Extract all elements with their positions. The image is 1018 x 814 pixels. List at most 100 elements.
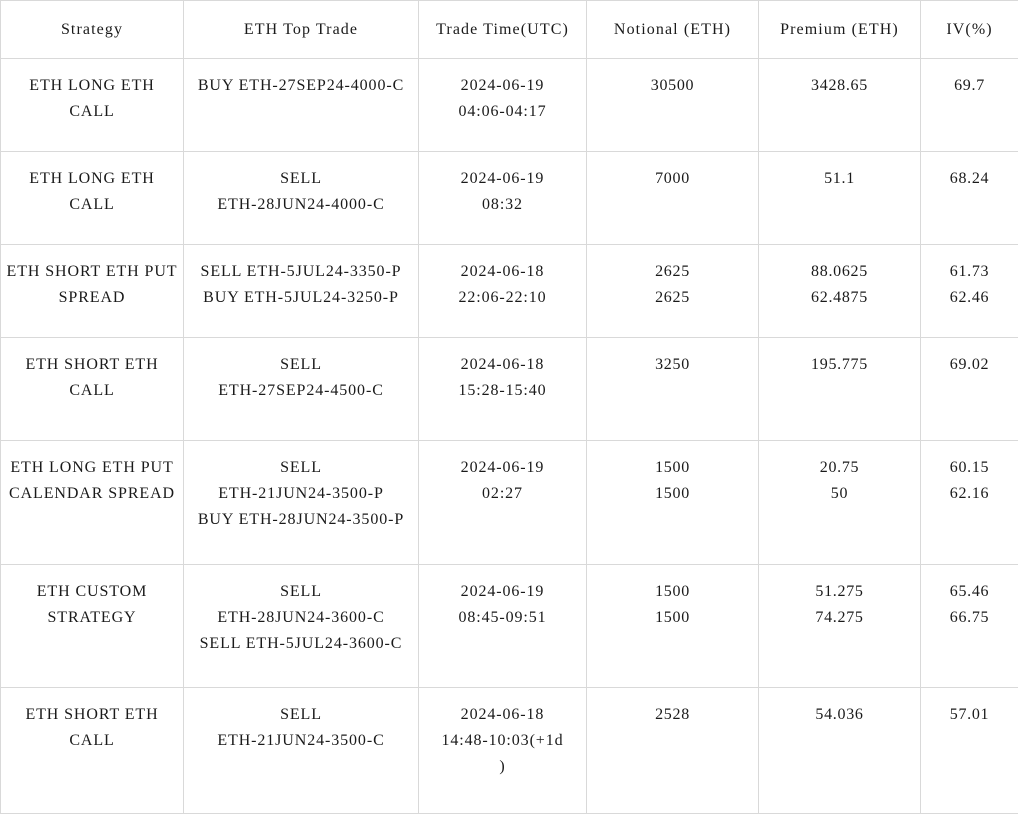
- cell-line: 14:48-10:03(+1d: [423, 728, 582, 754]
- cell-line: 3250: [591, 352, 754, 378]
- cell-line: 62.4875: [763, 285, 916, 311]
- cell-line: 195.775: [763, 352, 916, 378]
- cell-lines: 15001500: [591, 579, 754, 631]
- cell-lines: ETH LONG ETH CALL: [5, 73, 179, 125]
- table-row: ETH CUSTOMSTRATEGYSELLETH-28JUN24-3600-C…: [1, 565, 1018, 688]
- cell-premium: 51.27574.275: [759, 565, 921, 688]
- table-header: Strategy ETH Top Trade Trade Time(UTC) N…: [1, 1, 1018, 59]
- cell-line: 69.02: [925, 352, 1014, 378]
- cell-lines: 51.1: [763, 166, 916, 192]
- cell-lines: SELLETH-27SEP24-4500-C: [188, 352, 414, 404]
- cell-line: CALL: [5, 728, 179, 754]
- cell-tradetime: 2024-06-1902:27: [419, 441, 587, 565]
- cell-line: 54.036: [763, 702, 916, 728]
- cell-line: SELL: [188, 455, 414, 481]
- cell-line: 3428.65: [763, 73, 916, 99]
- cell-line: 2024-06-19: [423, 455, 582, 481]
- cell-strategy: ETH LONG ETH PUTCALENDAR SPREAD: [1, 441, 184, 565]
- cell-line: BUY ETH-5JUL24-3250-P: [188, 285, 414, 311]
- cell-line: 74.275: [763, 605, 916, 631]
- cell-lines: 60.1562.16: [925, 455, 1014, 507]
- column-header-premium: Premium (ETH): [759, 1, 921, 59]
- cell-lines: SELLETH-28JUN24-4000-C: [188, 166, 414, 218]
- column-header-iv: IV(%): [921, 1, 1018, 59]
- cell-lines: 2024-06-1822:06-22:10: [423, 259, 582, 311]
- cell-tradetime: 2024-06-1822:06-22:10: [419, 245, 587, 338]
- cell-lines: ETH CUSTOMSTRATEGY: [5, 579, 179, 631]
- cell-line: 7000: [591, 166, 754, 192]
- cell-lines: 3250: [591, 352, 754, 378]
- cell-lines: 57.01: [925, 702, 1014, 728]
- cell-notional: 7000: [587, 152, 759, 245]
- cell-iv: 60.1562.16: [921, 441, 1018, 565]
- cell-line: SELL: [188, 579, 414, 605]
- table-row: ETH LONG ETH PUTCALENDAR SPREADSELLETH-2…: [1, 441, 1018, 565]
- cell-line: 57.01: [925, 702, 1014, 728]
- cell-toptrade: BUY ETH-27SEP24-4000-C: [184, 59, 419, 152]
- cell-lines: 69.7: [925, 73, 1014, 99]
- cell-toptrade: SELLETH-27SEP24-4500-C: [184, 338, 419, 441]
- cell-line: 2024-06-18: [423, 702, 582, 728]
- cell-lines: 2024-06-1902:27: [423, 455, 582, 507]
- cell-line: 69.7: [925, 73, 1014, 99]
- cell-strategy: ETH SHORT ETHCALL: [1, 338, 184, 441]
- cell-line: BUY ETH-28JUN24-3500-P: [188, 507, 414, 533]
- cell-lines: 69.02: [925, 352, 1014, 378]
- cell-iv: 69.7: [921, 59, 1018, 152]
- cell-line: 04:06-04:17: [423, 99, 582, 125]
- cell-lines: 61.7362.46: [925, 259, 1014, 311]
- cell-line: 88.0625: [763, 259, 916, 285]
- cell-lines: SELL ETH-5JUL24-3350-PBUY ETH-5JUL24-325…: [188, 259, 414, 311]
- cell-line: 2625: [591, 259, 754, 285]
- cell-lines: 51.27574.275: [763, 579, 916, 631]
- column-header-notional: Notional (ETH): [587, 1, 759, 59]
- cell-lines: 2528: [591, 702, 754, 728]
- cell-notional: 26252625: [587, 245, 759, 338]
- cell-notional: 15001500: [587, 441, 759, 565]
- cell-line: 51.1: [763, 166, 916, 192]
- cell-line: ETH-21JUN24-3500-C: [188, 728, 414, 754]
- cell-line: ETH LONG ETH PUT: [5, 455, 179, 481]
- cell-lines: 2024-06-1904:06-04:17: [423, 73, 582, 125]
- cell-premium: 3428.65: [759, 59, 921, 152]
- cell-lines: 20.7550: [763, 455, 916, 507]
- cell-line: 62.46: [925, 285, 1014, 311]
- cell-strategy: ETH LONG ETH CALL: [1, 59, 184, 152]
- cell-toptrade: SELLETH-21JUN24-3500-C: [184, 688, 419, 814]
- cell-line: 66.75: [925, 605, 1014, 631]
- cell-lines: SELLETH-21JUN24-3500-C: [188, 702, 414, 754]
- cell-premium: 51.1: [759, 152, 921, 245]
- cell-line: 1500: [591, 579, 754, 605]
- cell-line: SELL: [188, 352, 414, 378]
- cell-premium: 88.062562.4875: [759, 245, 921, 338]
- cell-line: BUY ETH-27SEP24-4000-C: [188, 73, 414, 99]
- cell-line: ETH SHORT ETH: [5, 352, 179, 378]
- cell-strategy: ETH SHORT ETHCALL: [1, 688, 184, 814]
- cell-line: ETH-27SEP24-4500-C: [188, 378, 414, 404]
- cell-iv: 65.4666.75: [921, 565, 1018, 688]
- cell-iv: 69.02: [921, 338, 1018, 441]
- cell-tradetime: 2024-06-1908:32: [419, 152, 587, 245]
- cell-lines: ETH LONG ETH CALL: [5, 166, 179, 218]
- cell-line: ETH LONG ETH CALL: [5, 166, 179, 218]
- cell-lines: 2024-06-1815:28-15:40: [423, 352, 582, 404]
- cell-toptrade: SELL ETH-5JUL24-3350-PBUY ETH-5JUL24-325…: [184, 245, 419, 338]
- cell-lines: ETH SHORT ETH PUTSPREAD: [5, 259, 179, 311]
- cell-line: 08:45-09:51: [423, 605, 582, 631]
- cell-line: ETH LONG ETH CALL: [5, 73, 179, 125]
- cell-line: CALENDAR SPREAD: [5, 481, 179, 507]
- cell-line: 1500: [591, 605, 754, 631]
- table-row: ETH LONG ETH CALL BUY ETH-27SEP24-4000-C 2…: [1, 59, 1018, 152]
- cell-toptrade: SELLETH-28JUN24-3600-CSELL ETH-5JUL24-36…: [184, 565, 419, 688]
- cell-line: 2528: [591, 702, 754, 728]
- cell-lines: 2024-06-1814:48-10:03(+1d): [423, 702, 582, 780]
- cell-line: 60.15: [925, 455, 1014, 481]
- cell-lines: SELLETH-21JUN24-3500-PBUY ETH-28JUN24-35…: [188, 455, 414, 533]
- cell-tradetime: 2024-06-1904:06-04:17: [419, 59, 587, 152]
- cell-line: SPREAD: [5, 285, 179, 311]
- header-row: Strategy ETH Top Trade Trade Time(UTC) N…: [1, 1, 1018, 59]
- cell-line: 2024-06-19: [423, 73, 582, 99]
- cell-line: 30500: [591, 73, 754, 99]
- cell-lines: 15001500: [591, 455, 754, 507]
- column-header-top-trade: ETH Top Trade: [184, 1, 419, 59]
